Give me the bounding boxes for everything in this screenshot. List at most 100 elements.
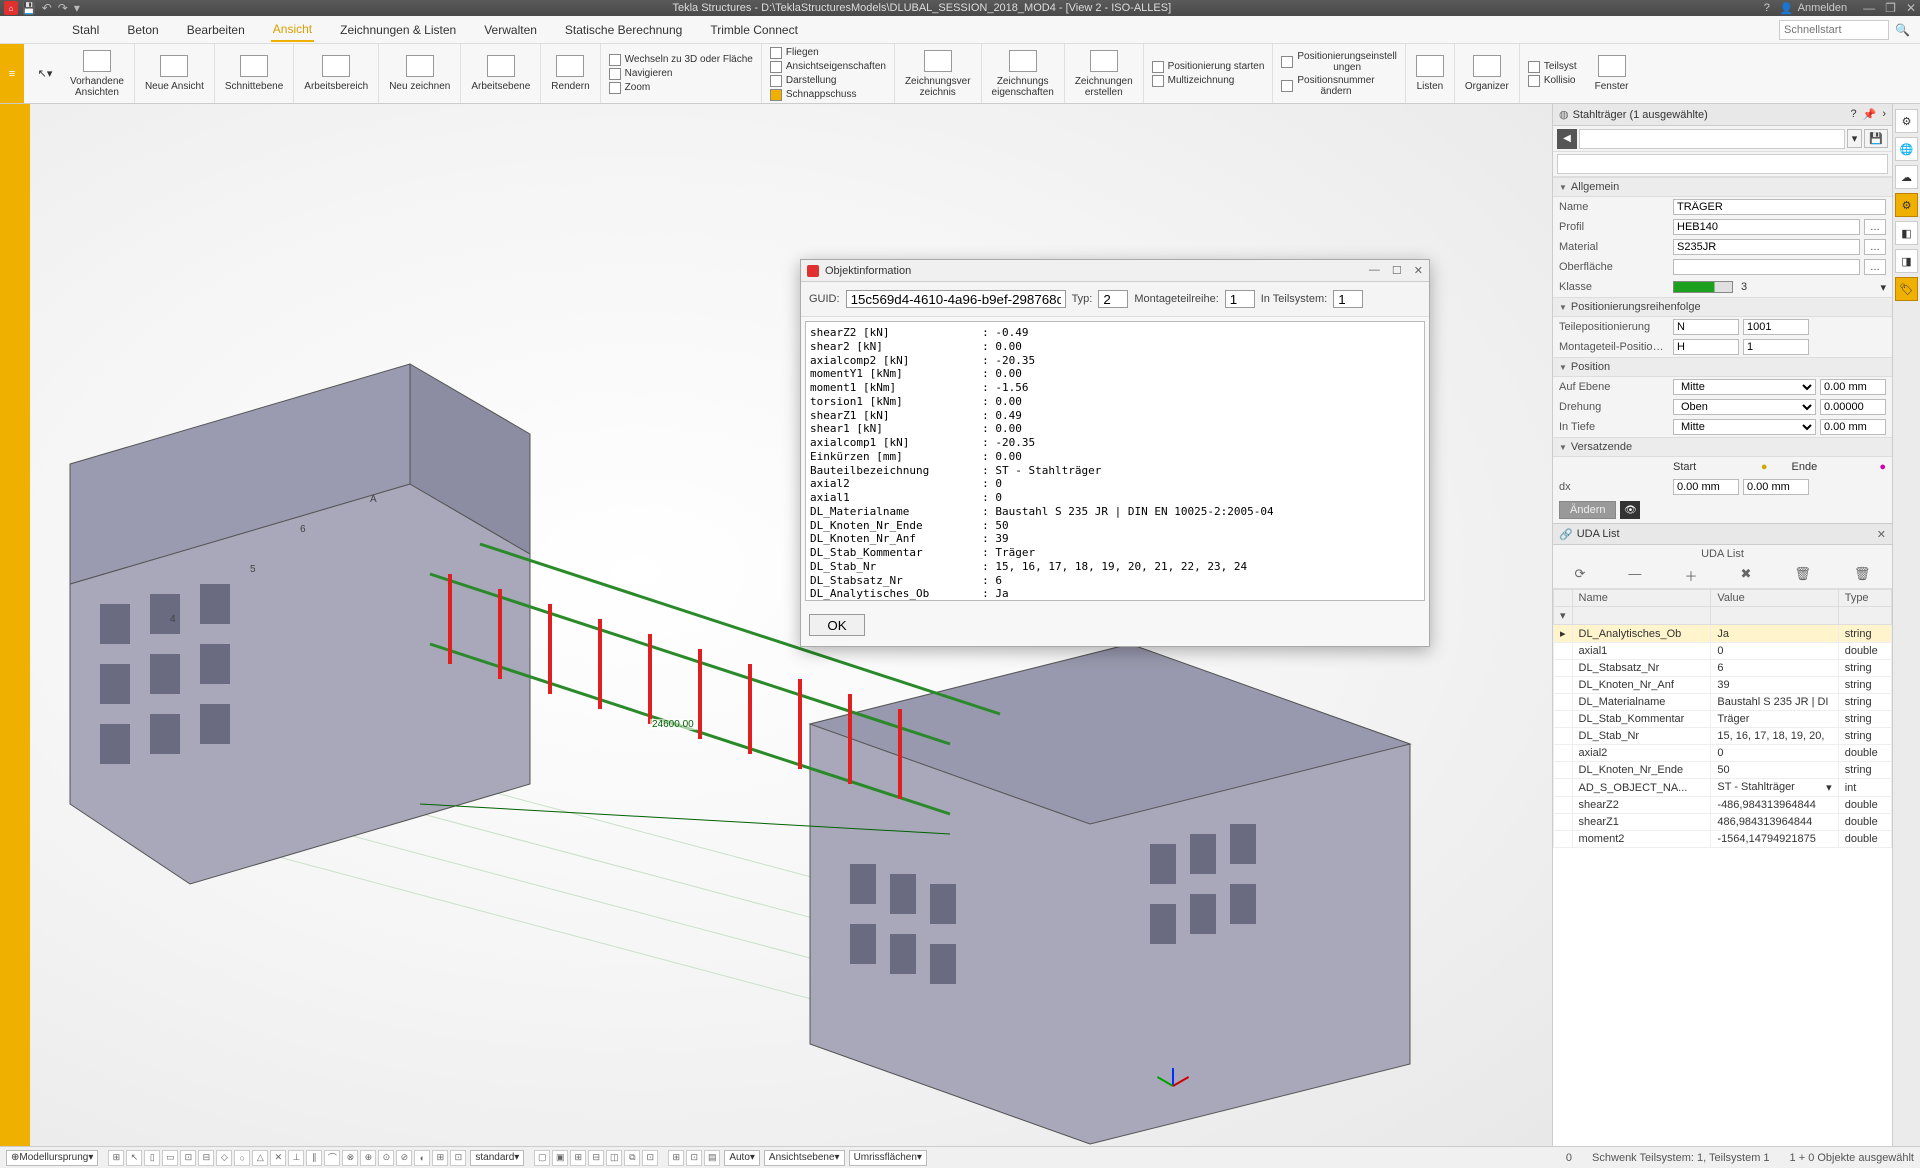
section-position[interactable]: Position bbox=[1553, 357, 1892, 377]
uda-row[interactable]: DL_Knoten_Nr_Ende50string bbox=[1554, 762, 1892, 779]
drehung-select[interactable]: Oben bbox=[1673, 399, 1816, 415]
panel-collapse-icon[interactable]: › bbox=[1882, 108, 1886, 121]
klasse-dropdown-icon[interactable]: ▾ bbox=[1880, 281, 1886, 294]
sel-6[interactable]: ⧉ bbox=[624, 1150, 640, 1166]
dialog-maximize-icon[interactable]: ☐ bbox=[1392, 264, 1402, 277]
rb-zeichnungsverzeichnis[interactable]: Zeichnungsver zeichnis bbox=[895, 44, 982, 103]
montage-prefix-input[interactable] bbox=[1673, 339, 1739, 355]
dialog-minimize-icon[interactable]: — bbox=[1369, 264, 1380, 277]
uda-plus-icon[interactable]: ＋ bbox=[1684, 566, 1697, 585]
snap-19[interactable]: ⊞ bbox=[432, 1150, 448, 1166]
snap-9[interactable]: △ bbox=[252, 1150, 268, 1166]
rb-zeichnungen-erstellen[interactable]: Zeichnungen erstellen bbox=[1065, 44, 1144, 103]
drehung-val[interactable] bbox=[1820, 399, 1886, 415]
aufebene-select[interactable]: Mitte bbox=[1673, 379, 1816, 395]
uda-table[interactable]: Name Value Type ▾ ▸DL_Analytisches_ObJas… bbox=[1553, 589, 1892, 1146]
rb-kollision[interactable]: Kollisio bbox=[1528, 75, 1576, 87]
snap-10[interactable]: ✕ bbox=[270, 1150, 286, 1166]
ansichtsebene-selector[interactable]: Ansichtsebene ▾ bbox=[764, 1150, 845, 1166]
fil-3[interactable]: ▤ bbox=[704, 1150, 720, 1166]
guid-input[interactable] bbox=[846, 290, 1066, 308]
menu-bearbeiten[interactable]: Bearbeiten bbox=[185, 19, 247, 41]
sel-1[interactable]: ▢ bbox=[534, 1150, 550, 1166]
rb-arbeitsbereich[interactable]: Arbeitsbereich bbox=[294, 44, 379, 103]
standard-selector[interactable]: standard ▾ bbox=[470, 1150, 524, 1166]
visibility-toggle[interactable]: 👁 bbox=[1620, 501, 1640, 519]
rb-zeichnungseigenschaften[interactable]: Zeichnungs eigenschaften bbox=[982, 44, 1065, 103]
rb-schnappschuss[interactable]: Schnappschuss bbox=[770, 89, 857, 101]
dialog-close-icon[interactable]: ✕ bbox=[1414, 264, 1423, 277]
teile-num-input[interactable] bbox=[1743, 319, 1809, 335]
uda-row[interactable]: moment2-1564,14794921875double bbox=[1554, 831, 1892, 848]
snap-6[interactable]: ⊟ bbox=[198, 1150, 214, 1166]
menu-verwalten[interactable]: Verwalten bbox=[482, 19, 539, 41]
profil-browse-button[interactable]: … bbox=[1864, 219, 1886, 235]
uda-row[interactable]: axial20double bbox=[1554, 745, 1892, 762]
menu-stahl[interactable]: Stahl bbox=[70, 19, 101, 41]
section-versatz[interactable]: Versatzende bbox=[1553, 437, 1892, 457]
snap-1[interactable]: ⊞ bbox=[108, 1150, 124, 1166]
dx-start-input[interactable] bbox=[1673, 479, 1739, 495]
rb-arbeitsebene[interactable]: Arbeitsebene bbox=[461, 44, 541, 103]
montage-input[interactable] bbox=[1225, 290, 1255, 308]
uda-row[interactable]: DL_Stab_Nr15, 16, 17, 18, 19, 20,string bbox=[1554, 728, 1892, 745]
save-icon[interactable]: 💾 bbox=[22, 2, 36, 15]
menu-ansicht[interactable]: Ansicht bbox=[271, 18, 314, 42]
nav-back-button[interactable]: ◀ bbox=[1557, 129, 1577, 149]
snap-14[interactable]: ⊗ bbox=[342, 1150, 358, 1166]
coord-mode-selector[interactable]: ⊕ Modellursprung ▾ bbox=[6, 1150, 98, 1166]
sel-4[interactable]: ⊟ bbox=[588, 1150, 604, 1166]
ribbon-handle[interactable]: ≡ bbox=[0, 44, 24, 103]
auto-selector[interactable]: Auto ▾ bbox=[724, 1150, 760, 1166]
rb-darstellung[interactable]: Darstellung bbox=[770, 75, 837, 87]
fil-2[interactable]: ⊡ bbox=[686, 1150, 702, 1166]
preset-dropdown-icon[interactable]: ▾ bbox=[1847, 129, 1863, 148]
snap-2[interactable]: ↖ bbox=[126, 1150, 142, 1166]
sidestrip-btn-7[interactable]: 🏷 bbox=[1895, 277, 1918, 301]
menu-statische[interactable]: Statische Berechnung bbox=[563, 19, 684, 41]
panel-help-icon[interactable]: ? bbox=[1851, 108, 1857, 121]
material-browse-button[interactable]: … bbox=[1864, 239, 1886, 255]
quickstart-search[interactable] bbox=[1779, 20, 1889, 40]
oberflaeche-input[interactable] bbox=[1673, 259, 1860, 275]
section-allgemein[interactable]: Allgemein bbox=[1553, 177, 1892, 197]
rb-neu-zeichnen[interactable]: Neu zeichnen bbox=[379, 44, 461, 103]
uda-refresh-icon[interactable]: ⟳ bbox=[1575, 566, 1586, 585]
rb-fliegen[interactable]: Fliegen bbox=[770, 47, 819, 59]
apply-button[interactable]: Ändern bbox=[1559, 501, 1616, 519]
rb-organizer[interactable]: Organizer bbox=[1455, 44, 1520, 103]
uda-delete-icon[interactable]: ✖ bbox=[1740, 566, 1751, 585]
montage-num-input[interactable] bbox=[1743, 339, 1809, 355]
snap-17[interactable]: ⊘ bbox=[396, 1150, 412, 1166]
uda-row[interactable]: DL_Stabsatz_Nr6string bbox=[1554, 660, 1892, 677]
snap-8[interactable]: ○ bbox=[234, 1150, 250, 1166]
menu-zeichnungen[interactable]: Zeichnungen & Listen bbox=[338, 19, 458, 41]
fil-1[interactable]: ⊞ bbox=[668, 1150, 684, 1166]
undo-icon[interactable]: ↶ bbox=[42, 1, 52, 15]
snap-7[interactable]: ◇ bbox=[216, 1150, 232, 1166]
rb-listen[interactable]: Listen bbox=[1406, 44, 1455, 103]
uda-row[interactable]: ▸DL_Analytisches_ObJastring bbox=[1554, 625, 1892, 643]
rb-posnr-aendern[interactable]: Positionsnummer ändern bbox=[1281, 75, 1374, 97]
viewport-3d[interactable]: 24600.00 6 5 4 A Objektinformation — ☐ ✕… bbox=[30, 104, 1552, 1146]
save-preset-icon[interactable]: 💾 bbox=[1864, 129, 1888, 148]
snap-4[interactable]: ▭ bbox=[162, 1150, 178, 1166]
rb-neue-ansicht[interactable]: Neue Ansicht bbox=[135, 44, 215, 103]
snap-15[interactable]: ⊕ bbox=[360, 1150, 376, 1166]
rb-zoom[interactable]: Zoom bbox=[609, 82, 651, 94]
snap-18[interactable]: ◐ bbox=[414, 1150, 430, 1166]
preset-selector[interactable] bbox=[1579, 129, 1845, 149]
sidestrip-btn-1[interactable]: ⚙ bbox=[1895, 109, 1918, 133]
snap-11[interactable]: ⊥ bbox=[288, 1150, 304, 1166]
profil-input[interactable] bbox=[1673, 219, 1860, 235]
snap-12[interactable]: ∥ bbox=[306, 1150, 322, 1166]
umriss-selector[interactable]: Umrissflächen ▾ bbox=[849, 1150, 927, 1166]
rb-navigieren[interactable]: Navigieren bbox=[609, 68, 673, 80]
snap-13[interactable]: ⌒ bbox=[324, 1150, 340, 1166]
uda-row[interactable]: shearZ1486,984313964844double bbox=[1554, 814, 1892, 831]
rb-fenster[interactable]: Fenster bbox=[1585, 44, 1639, 103]
dialog-body-text[interactable] bbox=[805, 321, 1425, 601]
maximize-icon[interactable]: ❐ bbox=[1885, 1, 1896, 15]
dialog-ok-button[interactable]: OK bbox=[809, 614, 865, 636]
sel-2[interactable]: ▣ bbox=[552, 1150, 568, 1166]
